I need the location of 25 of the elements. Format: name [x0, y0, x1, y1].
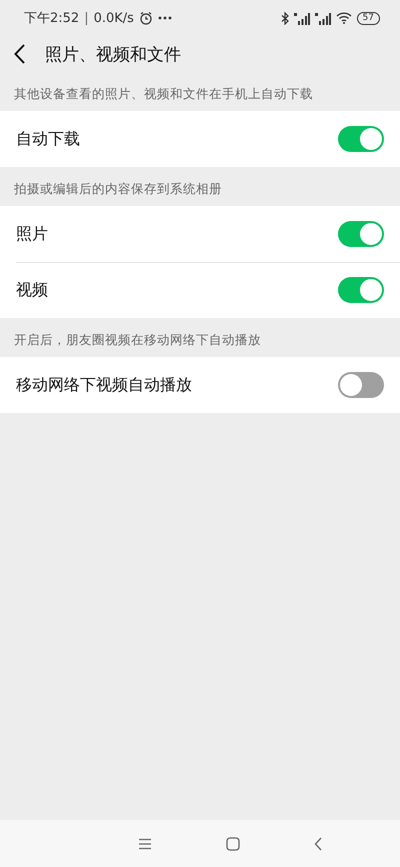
toggle-switch[interactable] — [338, 372, 384, 398]
alarm-icon — [138, 11, 153, 25]
more-icon — [158, 16, 172, 20]
bluetooth-icon — [280, 12, 289, 24]
home-icon[interactable] — [226, 836, 240, 850]
page-title: 照片、视频和文件 — [45, 44, 181, 66]
section-caption: 其他设备查看的照片、视频和文件在手机上自动下载 — [13, 85, 314, 103]
section-caption: 开启后，朋友圈视频在移动网络下自动播放 — [13, 331, 262, 349]
setting-label: 视频 — [16, 280, 48, 300]
back-icon[interactable] — [14, 44, 25, 64]
toggle-switch[interactable] — [338, 221, 384, 247]
signal-icon — [294, 12, 310, 24]
status-separator: | — [84, 10, 89, 26]
signal-icon — [314, 12, 331, 24]
setting-label: 移动网络下视频自动播放 — [16, 374, 192, 396]
section-caption: 拍摄或编辑后的内容保存到系统相册 — [13, 180, 223, 198]
setting-label: 照片 — [16, 224, 48, 244]
network-speed: 0.0K/s — [94, 10, 134, 26]
menu-icon[interactable] — [138, 838, 152, 850]
status-time: 下午2:52 — [24, 10, 80, 27]
wifi-icon — [336, 12, 352, 24]
toggle-switch[interactable] — [338, 277, 384, 303]
toggle-switch[interactable] — [338, 126, 384, 152]
battery-level: 57 — [356, 12, 380, 24]
setting-label: 自动下载 — [16, 128, 80, 150]
